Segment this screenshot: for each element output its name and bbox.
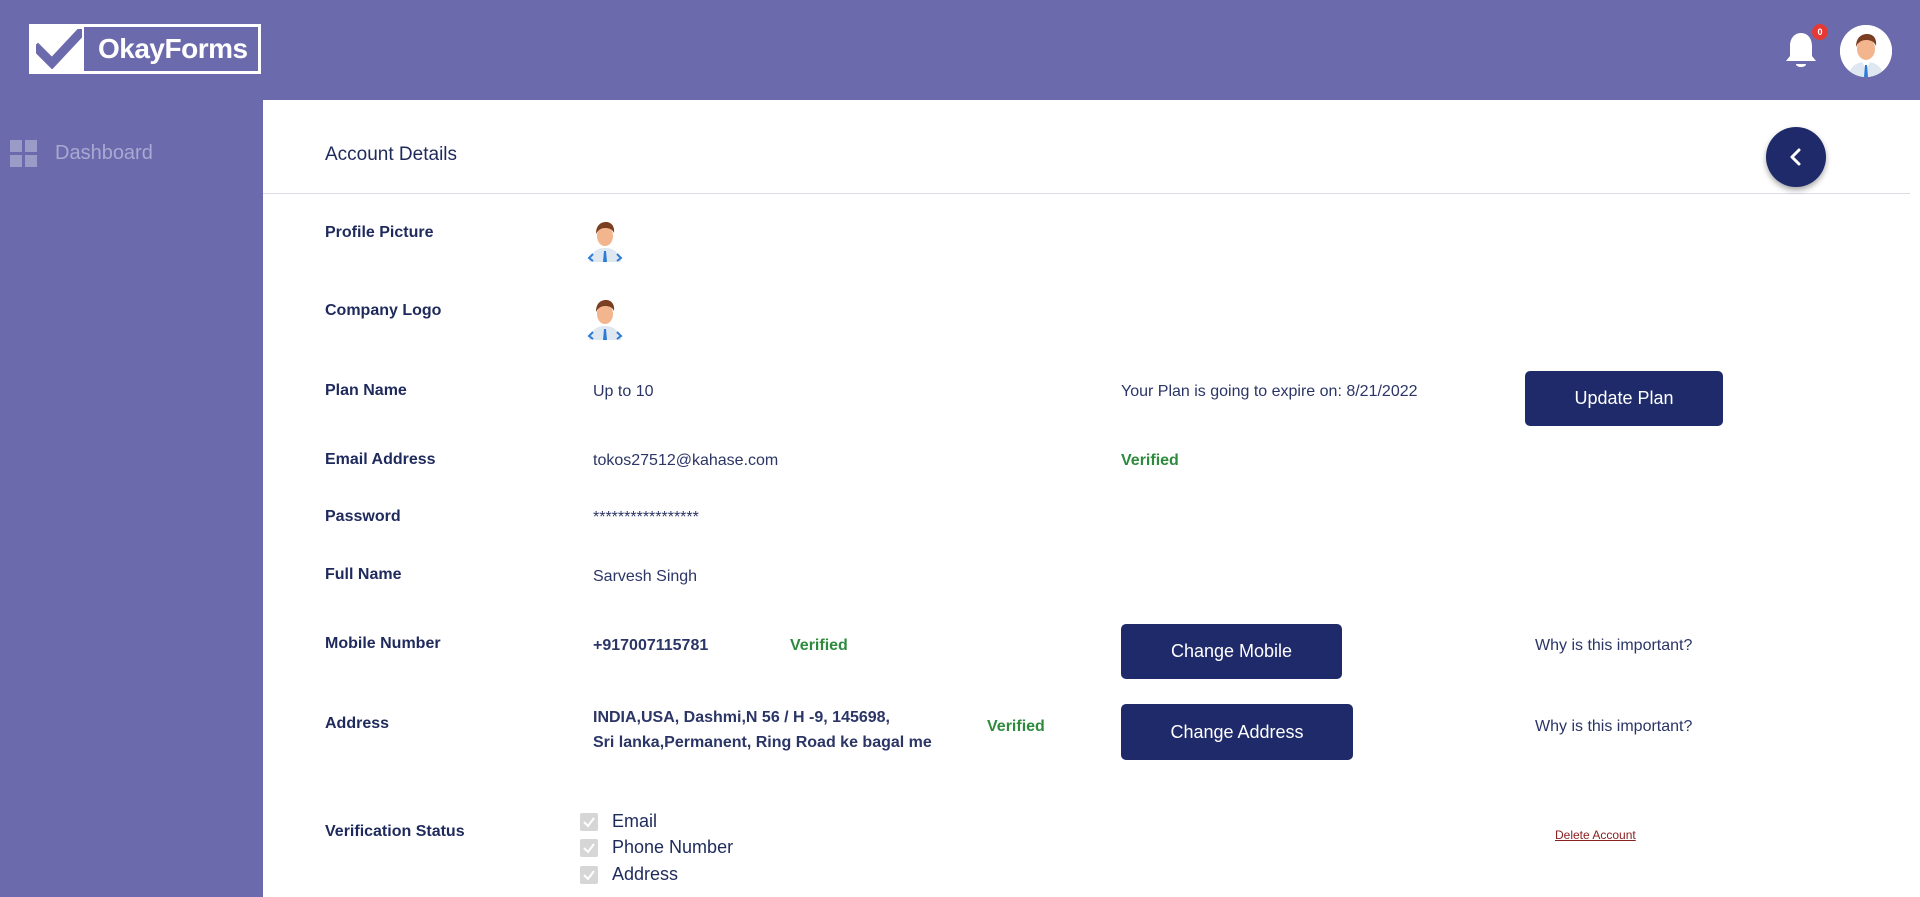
mobile-number-label: Mobile Number xyxy=(325,635,441,652)
verification-item-address[interactable]: Address xyxy=(580,864,678,885)
address-line-1: INDIA,USA, Dashmi,N 56 / H -9, 145698, xyxy=(593,709,890,726)
email-verified-status: Verified xyxy=(1121,452,1179,469)
address-line-2: Sri lanka,Permanent, Ring Road ke bagal … xyxy=(593,734,932,751)
checkmark-logo-icon xyxy=(32,27,84,71)
top-header: OkayForms 0 xyxy=(0,0,1920,100)
change-mobile-button[interactable]: Change Mobile xyxy=(1121,624,1342,679)
page-header: Account Details xyxy=(263,100,1910,194)
mobile-why-important-link[interactable]: Why is this important? xyxy=(1535,637,1692,655)
plan-expiry-text: Your Plan is going to expire on: 8/21/20… xyxy=(1121,383,1418,400)
chevron-left-icon xyxy=(1790,148,1801,166)
profile-picture-label: Profile Picture xyxy=(325,224,434,241)
checkbox-checked-icon[interactable] xyxy=(580,865,598,884)
checkbox-checked-icon[interactable] xyxy=(580,812,598,831)
verification-item-label: Address xyxy=(612,864,679,884)
page-title: Account Details xyxy=(325,144,458,165)
password-value: ***************** xyxy=(593,509,699,526)
mobile-verified-status: Verified xyxy=(790,637,848,654)
delete-account-link[interactable]: Delete Account xyxy=(1555,828,1636,842)
sidebar-item-dashboard[interactable]: Dashboard xyxy=(10,140,153,167)
back-button[interactable] xyxy=(1766,127,1826,187)
company-logo-label: Company Logo xyxy=(325,302,442,319)
update-plan-button[interactable]: Update Plan xyxy=(1525,371,1723,426)
full-name-value: Sarvesh Singh xyxy=(593,568,698,585)
sidebar: Dashboard xyxy=(0,100,263,897)
checkbox-checked-icon[interactable] xyxy=(580,838,598,857)
email-address-value: tokos27512@kahase.com xyxy=(593,452,779,469)
verification-status-label: Verification Status xyxy=(325,823,465,840)
password-label: Password xyxy=(325,508,401,525)
plan-name-value: Up to 10 xyxy=(593,383,654,400)
profile-picture-image[interactable] xyxy=(585,218,625,262)
plan-name-label: Plan Name xyxy=(325,382,407,399)
address-value: INDIA,USA, Dashmi,N 56 / H -9, 145698, S… xyxy=(593,705,932,755)
verification-item-phone[interactable]: Phone Number xyxy=(580,837,733,858)
dashboard-grid-icon xyxy=(10,140,37,167)
address-why-important-link[interactable]: Why is this important? xyxy=(1535,718,1692,736)
mobile-number-value: +917007115781 xyxy=(593,637,709,654)
verification-item-label: Email xyxy=(612,811,658,831)
verification-item-email[interactable]: Email xyxy=(580,811,657,832)
change-address-button[interactable]: Change Address xyxy=(1121,704,1353,760)
email-address-label: Email Address xyxy=(325,451,436,468)
okayforms-logo[interactable]: OkayForms xyxy=(29,24,261,74)
verification-item-label: Phone Number xyxy=(612,837,734,857)
full-name-label: Full Name xyxy=(325,566,402,583)
user-avatar[interactable] xyxy=(1840,25,1892,77)
sidebar-item-label: Dashboard xyxy=(55,142,153,164)
notification-count-badge: 0 xyxy=(1812,24,1828,40)
address-verified-status: Verified xyxy=(987,718,1045,735)
logo-text: OkayForms xyxy=(98,33,248,64)
address-label: Address xyxy=(325,715,390,732)
main-content: Account Details Profile Picture Company … xyxy=(263,100,1920,897)
company-logo-image[interactable] xyxy=(585,296,625,340)
